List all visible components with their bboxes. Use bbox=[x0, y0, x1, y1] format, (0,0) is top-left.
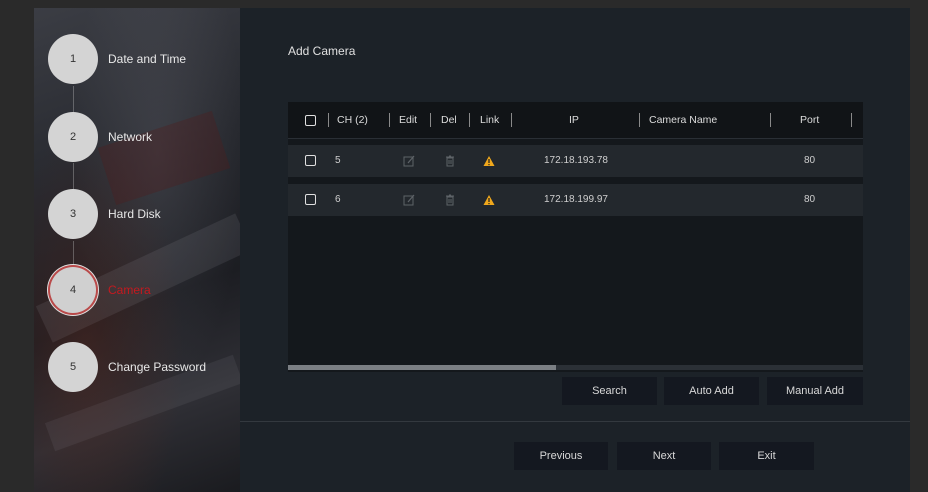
wizard-step-change-password[interactable]: 5 Change Password bbox=[48, 341, 238, 393]
column-header-edit: Edit bbox=[399, 114, 418, 126]
column-separator bbox=[639, 113, 640, 127]
auto-add-button[interactable]: Auto Add bbox=[664, 377, 759, 405]
column-separator bbox=[389, 113, 390, 127]
step-label: Hard Disk bbox=[108, 207, 161, 221]
previous-button[interactable]: Previous bbox=[514, 442, 608, 470]
row-checkbox[interactable] bbox=[305, 194, 316, 205]
wizard-step-date-and-time[interactable]: 1 Date and Time bbox=[48, 33, 238, 85]
delete-icon[interactable] bbox=[444, 193, 456, 207]
warning-icon bbox=[483, 156, 495, 166]
step-label: Change Password bbox=[108, 360, 207, 374]
step-label: Camera bbox=[108, 283, 151, 297]
wizard-step-network[interactable]: 2 Network bbox=[48, 111, 238, 163]
scrollbar-thumb[interactable] bbox=[288, 365, 556, 370]
wizard-sidebar: 1 Date and Time 2 Network 3 Hard Disk 4 … bbox=[34, 8, 240, 492]
column-separator bbox=[511, 113, 512, 127]
exit-button[interactable]: Exit bbox=[719, 442, 814, 470]
table-header: CH (2) Edit Del Link IP Camera Name Port bbox=[288, 102, 863, 139]
column-separator bbox=[328, 113, 329, 127]
step-number-badge: 4 bbox=[48, 265, 98, 315]
column-separator bbox=[851, 113, 852, 127]
column-header-port[interactable]: Port bbox=[800, 102, 819, 138]
search-button[interactable]: Search bbox=[562, 377, 657, 405]
manual-add-button[interactable]: Manual Add bbox=[767, 377, 863, 405]
column-header-del: Del bbox=[441, 114, 457, 126]
footer-divider bbox=[240, 421, 910, 422]
table-row[interactable]: 6 172.18.199.97 80 bbox=[288, 184, 863, 216]
step-number-badge: 1 bbox=[48, 34, 98, 84]
edit-icon[interactable] bbox=[403, 154, 415, 168]
table-row[interactable]: 5 172.18.193.78 80 bbox=[288, 145, 863, 177]
camera-table: CH (2) Edit Del Link IP Camera Name Port… bbox=[288, 102, 863, 372]
step-number-badge: 3 bbox=[48, 189, 98, 239]
next-button[interactable]: Next bbox=[617, 442, 711, 470]
step-connector bbox=[73, 241, 74, 266]
step-label: Network bbox=[108, 130, 153, 144]
step-number-badge: 5 bbox=[48, 342, 98, 392]
row-checkbox[interactable] bbox=[305, 155, 316, 166]
column-header-ip[interactable]: IP bbox=[569, 102, 579, 138]
cell-ch: 6 bbox=[335, 194, 341, 205]
cell-port: 80 bbox=[804, 194, 816, 205]
cell-port: 80 bbox=[804, 155, 816, 166]
delete-icon[interactable] bbox=[444, 154, 456, 168]
column-header-camera-name[interactable]: Camera Name bbox=[649, 102, 717, 138]
step-label: Date and Time bbox=[108, 52, 187, 66]
column-header-ch[interactable]: CH (2) bbox=[337, 102, 368, 138]
cell-ip: 172.18.199.97 bbox=[544, 194, 608, 205]
wizard-step-hard-disk[interactable]: 3 Hard Disk bbox=[48, 188, 238, 240]
cell-ch: 5 bbox=[335, 155, 341, 166]
warning-icon bbox=[483, 195, 495, 205]
edit-icon[interactable] bbox=[403, 193, 415, 207]
wizard-step-camera[interactable]: 4 Camera bbox=[48, 264, 238, 316]
cell-ip: 172.18.193.78 bbox=[544, 155, 608, 166]
select-all-checkbox[interactable] bbox=[305, 115, 316, 126]
column-separator bbox=[469, 113, 470, 127]
column-separator bbox=[430, 113, 431, 127]
page-title: Add Camera bbox=[288, 44, 356, 58]
column-separator bbox=[770, 113, 771, 127]
horizontal-scrollbar[interactable] bbox=[288, 365, 863, 370]
step-number-badge: 2 bbox=[48, 112, 98, 162]
column-header-link: Link bbox=[480, 114, 500, 126]
